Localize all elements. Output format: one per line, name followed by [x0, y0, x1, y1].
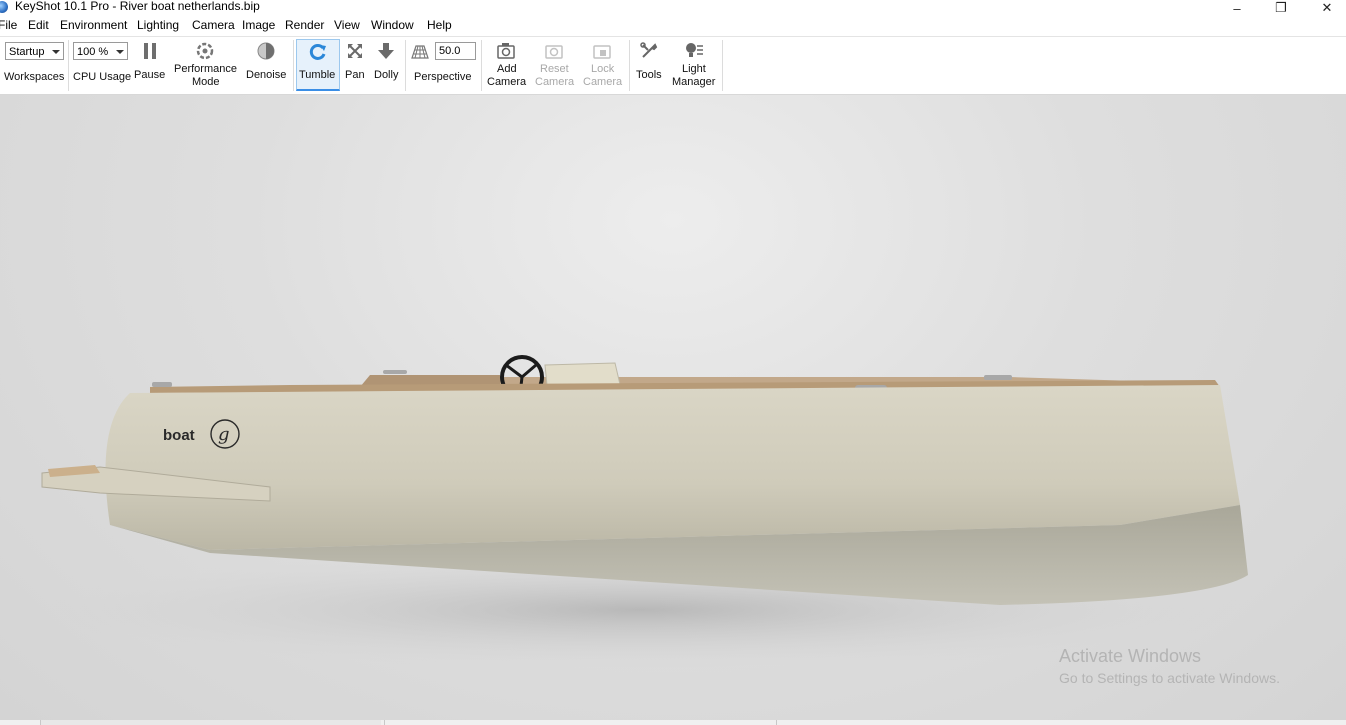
lock-camera-label-2[interactable]: Camera — [583, 76, 622, 89]
menu-bar: File Edit Environment Lighting Camera Im… — [0, 16, 1346, 37]
toolbar-divider — [722, 40, 723, 91]
denoise-icon[interactable] — [257, 42, 275, 60]
cleat-aft — [152, 382, 172, 387]
status-segment — [776, 720, 777, 725]
cpu-usage-label: CPU Usage — [73, 71, 132, 83]
perspective-grid-icon[interactable] — [411, 43, 429, 59]
lock-camera-label-1[interactable]: Lock — [591, 63, 614, 76]
render-viewport[interactable]: boat g Activate Windows Go to Settings t… — [0, 95, 1346, 720]
add-camera-icon[interactable] — [497, 42, 515, 59]
pan-icon[interactable] — [346, 42, 364, 60]
add-camera-label-2[interactable]: Camera — [487, 76, 526, 89]
dolly-button-label[interactable]: Dolly — [374, 69, 398, 82]
dolly-arrow-down-icon[interactable] — [377, 42, 395, 60]
tools-button-label[interactable]: Tools — [636, 69, 662, 82]
pan-button-label[interactable]: Pan — [345, 69, 365, 82]
status-bar — [0, 720, 1346, 725]
menu-lighting[interactable]: Lighting — [137, 18, 179, 32]
menu-file[interactable]: File — [0, 18, 17, 32]
performance-mode-icon[interactable] — [196, 42, 214, 60]
close-button[interactable]: ✕ — [1304, 0, 1346, 16]
reset-camera-label-1[interactable]: Reset — [540, 63, 569, 76]
keyshot-app-icon — [0, 1, 8, 13]
hull-logo-letter: g — [218, 424, 230, 445]
workspace-dropdown[interactable]: Startup — [5, 42, 64, 60]
window-title: KeyShot 10.1 Pro - River boat netherland… — [15, 0, 260, 13]
performance-mode-label-1[interactable]: Performance — [174, 63, 237, 76]
toolbar-divider — [481, 40, 482, 91]
menu-help[interactable]: Help — [427, 18, 452, 32]
activate-windows-title: Activate Windows — [1059, 646, 1202, 666]
toolbar-divider — [405, 40, 406, 91]
chevron-down-icon — [116, 50, 124, 54]
cleat-bow — [984, 375, 1012, 380]
menu-window[interactable]: Window — [371, 18, 414, 32]
menu-edit[interactable]: Edit — [28, 18, 49, 32]
title-bar: KeyShot 10.1 Pro - River boat netherland… — [0, 0, 1346, 16]
cpu-usage-dropdown[interactable]: 100 % — [73, 42, 128, 60]
reset-camera-label-2[interactable]: Camera — [535, 76, 574, 89]
cleat-mid-left — [383, 370, 407, 374]
light-manager-label-1[interactable]: Light — [682, 63, 706, 76]
pause-icon[interactable] — [142, 42, 158, 60]
status-segment — [384, 720, 385, 725]
light-manager-label-2[interactable]: Manager — [672, 76, 715, 89]
minimize-button[interactable]: – — [1214, 0, 1260, 16]
denoise-button-label[interactable]: Denoise — [246, 69, 286, 82]
tumble-rotate-icon[interactable] — [309, 43, 327, 61]
lock-camera-icon[interactable] — [593, 42, 611, 59]
boat-render: boat g — [20, 355, 1260, 670]
activate-windows-subtitle: Go to Settings to activate Windows. — [1059, 670, 1280, 686]
chevron-down-icon — [52, 50, 60, 54]
menu-render[interactable]: Render — [285, 18, 324, 32]
pause-button-label[interactable]: Pause — [134, 69, 165, 82]
boat-hull — [105, 385, 1240, 550]
menu-environment[interactable]: Environment — [60, 18, 127, 32]
toolbar-divider — [293, 40, 294, 91]
cpu-usage-value: 100 % — [77, 46, 109, 58]
perspective-label[interactable]: Perspective — [414, 71, 471, 84]
status-segment — [40, 720, 381, 725]
add-camera-label-1[interactable]: Add — [497, 63, 517, 76]
tumble-button-label[interactable]: Tumble — [299, 69, 335, 82]
toolbar-divider — [68, 40, 69, 91]
workspace-dropdown-value: Startup — [9, 46, 45, 58]
field-of-view-input[interactable]: 50.0 — [435, 42, 476, 60]
toolbar-divider — [629, 40, 630, 91]
maximize-button[interactable]: ❐ — [1258, 0, 1304, 16]
performance-mode-label-2[interactable]: Mode — [192, 76, 220, 89]
reset-camera-icon[interactable] — [545, 42, 563, 59]
workspaces-label: Workspaces — [4, 71, 65, 83]
tools-icon[interactable] — [640, 42, 658, 60]
hull-boat-text: boat — [163, 427, 195, 444]
light-bulb-icon[interactable] — [684, 42, 704, 60]
menu-view[interactable]: View — [334, 18, 360, 32]
menu-image[interactable]: Image — [242, 18, 275, 32]
menu-camera[interactable]: Camera — [192, 18, 235, 32]
